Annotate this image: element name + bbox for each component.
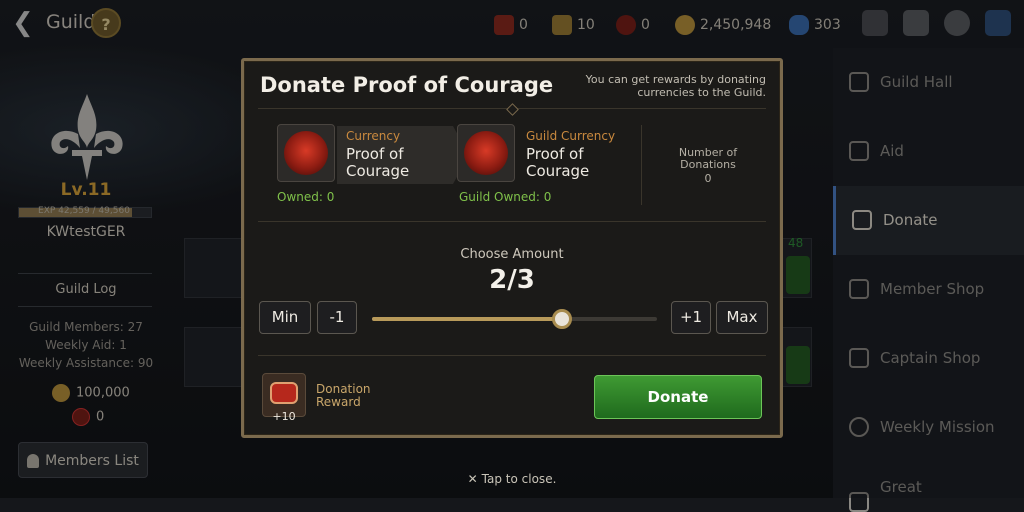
number-of-donations-value: 0 — [704, 172, 712, 185]
slider-fill — [372, 317, 562, 321]
amount-slider[interactable] — [372, 309, 657, 329]
plus-one-button[interactable]: +1 — [671, 301, 711, 334]
currency-name: Proof of Courage — [346, 145, 410, 180]
proof-of-courage-icon — [277, 124, 335, 182]
guild-proof-of-courage-icon — [457, 124, 515, 182]
guild-owned-count: Guild Owned: 0 — [459, 190, 552, 204]
donation-reward-label: Donation Reward — [316, 382, 371, 409]
slider-handle[interactable] — [552, 309, 572, 329]
donate-button[interactable]: Donate — [594, 375, 762, 419]
guild-currency-label: Guild Currency — [526, 129, 616, 143]
choose-amount-label: Choose Amount — [460, 247, 564, 262]
divider — [641, 125, 642, 205]
donate-modal: Donate Proof of Courage You can get rewa… — [241, 58, 783, 438]
guild-currency-name: Proof of Courage — [526, 145, 590, 180]
divider — [258, 355, 766, 356]
min-button[interactable]: Min — [259, 301, 311, 334]
tap-to-close-label: Tap to close. — [481, 472, 557, 486]
divider-ornament — [506, 103, 519, 116]
reward-quantity: +10 — [272, 410, 296, 423]
amount-value: 2/3 — [489, 265, 535, 295]
number-of-donations-label: Number of Donations — [678, 146, 738, 171]
modal-title: Donate Proof of Courage — [260, 73, 554, 97]
currency-label: Currency — [346, 129, 401, 143]
divider — [258, 221, 766, 222]
tap-to-close[interactable]: ✕ Tap to close. — [0, 472, 1024, 486]
modal-note: You can get rewards by donating currenci… — [585, 73, 766, 99]
minus-one-button[interactable]: -1 — [317, 301, 357, 334]
close-icon: ✕ — [467, 472, 478, 486]
owned-count: Owned: 0 — [277, 190, 335, 204]
max-button[interactable]: Max — [716, 301, 768, 334]
